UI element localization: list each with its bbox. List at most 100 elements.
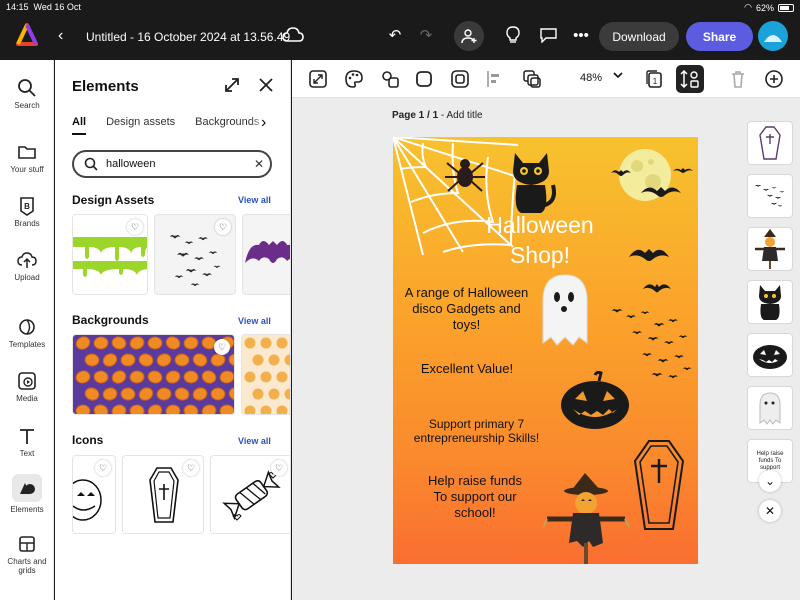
background-pumpkins-purple-thumb[interactable]: ♡ xyxy=(72,334,235,415)
tabs-next-chevron-icon[interactable]: › xyxy=(261,114,266,132)
search-icon xyxy=(18,79,36,97)
shapes-icon[interactable] xyxy=(380,69,400,89)
rail-item-upload[interactable]: Upload xyxy=(0,250,54,282)
grid-icon xyxy=(19,536,35,552)
design-page[interactable]: Halloween Shop! A range of Halloween dis… xyxy=(393,137,698,564)
elements-panel: Elements All Design assets Backgrounds ›… xyxy=(55,60,291,600)
rail-item-brands[interactable]: B Brands xyxy=(0,196,54,228)
close-icon[interactable] xyxy=(257,76,275,94)
elements-icon xyxy=(20,483,35,494)
spider-image xyxy=(445,159,485,192)
more-options-icon[interactable]: ••• xyxy=(570,24,592,46)
view-all-design-assets-link[interactable]: View all xyxy=(238,195,271,205)
align-icon[interactable] xyxy=(484,69,504,89)
zoom-level[interactable]: 48% xyxy=(580,72,602,84)
view-all-backgrounds-link[interactable]: View all xyxy=(238,316,271,326)
cloud-icon[interactable] xyxy=(282,26,304,44)
canvas-toolbar: 48% 1 xyxy=(292,60,800,98)
favorite-heart-icon[interactable]: ♡ xyxy=(271,460,287,476)
rail-item-text[interactable]: Text xyxy=(0,426,54,458)
text-icon xyxy=(20,429,34,444)
view-all-icons-link[interactable]: View all xyxy=(238,436,271,446)
media-icon xyxy=(18,372,36,390)
layers-arrows-icon xyxy=(680,69,699,89)
icon-candy-thumb[interactable]: ♡ xyxy=(210,455,290,534)
search-input[interactable] xyxy=(106,156,246,172)
page-count-icon[interactable]: 1 xyxy=(644,69,664,89)
ghost-image xyxy=(542,274,588,346)
coffin-image xyxy=(633,440,685,530)
delete-icon[interactable] xyxy=(728,69,748,89)
page-text-range[interactable]: A range of Halloween disco Gadgets and t… xyxy=(399,285,534,333)
page-label: Page 1 / 1 - Add title xyxy=(392,110,483,121)
upload-icon xyxy=(17,252,37,268)
rail-item-templates[interactable]: Templates xyxy=(0,317,54,349)
scroll-down-chevron-icon[interactable]: ⌄ xyxy=(759,470,781,492)
layer-thumb-scarecrow[interactable] xyxy=(747,227,793,271)
lightbulb-icon[interactable] xyxy=(502,24,524,46)
border-icon[interactable] xyxy=(450,69,470,89)
jack-o-lantern-icon xyxy=(753,345,787,369)
rail-item-media[interactable]: Media xyxy=(0,371,54,403)
templates-icon xyxy=(19,319,35,335)
layer-thumb-cat[interactable] xyxy=(747,280,793,324)
expand-icon[interactable] xyxy=(223,76,241,94)
bats-near-moon-image xyxy=(611,168,693,197)
panel-tabs: All Design assets Backgrounds xyxy=(72,116,259,135)
icon-coffin-thumb[interactable]: ♡ xyxy=(122,455,204,534)
section-title-design-assets: Design Assets xyxy=(72,193,155,207)
resize-icon[interactable] xyxy=(308,69,328,89)
black-cat-image xyxy=(513,153,556,213)
clear-search-icon[interactable]: ✕ xyxy=(252,157,266,171)
rail-item-charts-and-grids[interactable]: Charts and grids xyxy=(0,534,54,575)
layer-thumb-ghost[interactable] xyxy=(747,386,793,430)
back-icon[interactable]: ‹ xyxy=(58,27,63,45)
page-text-value[interactable]: Excellent Value! xyxy=(417,361,517,377)
document-title[interactable]: Untitled - 16 October 2024 at 13.56.49 xyxy=(86,30,290,44)
add-icon[interactable] xyxy=(764,69,784,89)
invite-collaborator-button[interactable] xyxy=(454,21,484,51)
add-title-link[interactable]: Add title xyxy=(446,110,482,121)
tab-all[interactable]: All xyxy=(72,116,87,135)
close-column-icon[interactable]: ✕ xyxy=(759,500,781,522)
search-field[interactable]: ✕ xyxy=(72,150,272,178)
adobe-express-logo[interactable] xyxy=(14,22,40,48)
layer-thumb-bats[interactable] xyxy=(747,174,793,218)
rail-item-elements[interactable]: Elements xyxy=(0,474,54,514)
design-asset-slime-thumb[interactable]: ♡ xyxy=(72,214,148,295)
page-text-raise-funds[interactable]: Help raise funds To support our school! xyxy=(423,473,527,521)
left-rail: Search Your stuff B Brands Upload Templa… xyxy=(0,60,54,600)
rail-item-your-stuff[interactable]: Your stuff xyxy=(0,142,54,174)
share-button[interactable]: Share xyxy=(686,22,753,51)
avatar[interactable] xyxy=(758,21,788,51)
favorite-heart-icon[interactable]: ♡ xyxy=(95,460,111,476)
layer-thumb-coffin[interactable] xyxy=(747,121,793,165)
design-asset-purple-bat-thumb[interactable] xyxy=(242,214,290,295)
redo-icon[interactable]: ↷ xyxy=(415,24,437,46)
favorite-heart-icon[interactable]: ♡ xyxy=(127,219,143,235)
favorite-heart-icon[interactable]: ♡ xyxy=(214,339,230,355)
rounded-square-icon[interactable] xyxy=(414,69,434,89)
comment-icon[interactable] xyxy=(537,24,559,46)
rail-item-search[interactable]: Search xyxy=(0,78,54,110)
favorite-heart-icon[interactable]: ♡ xyxy=(215,219,231,235)
page-text-support[interactable]: Support primary 7 entrepreneurship Skill… xyxy=(409,417,544,445)
download-button[interactable]: Download xyxy=(599,22,679,51)
layer-thumb-jack-o-lantern[interactable] xyxy=(747,333,793,377)
search-icon xyxy=(84,157,98,171)
tab-backgrounds[interactable]: Backgrounds xyxy=(195,116,259,135)
tab-design-assets[interactable]: Design assets xyxy=(106,116,175,135)
page-heading[interactable]: Halloween Shop! xyxy=(455,210,625,270)
favorite-heart-icon[interactable]: ♡ xyxy=(183,460,199,476)
zoom-chevron-down-icon[interactable] xyxy=(612,69,624,81)
arrange-icon[interactable] xyxy=(522,69,542,89)
jack-o-lantern-image xyxy=(561,371,629,429)
status-time-date: 14:15 Wed 16 Oct xyxy=(6,2,81,12)
layers-button[interactable] xyxy=(676,65,704,93)
scarecrow-image xyxy=(543,473,629,564)
undo-icon[interactable]: ↶ xyxy=(384,24,406,46)
icon-jack-o-lantern-thumb[interactable]: ♡ xyxy=(72,455,116,534)
background-pumpkins-cream-thumb[interactable] xyxy=(241,334,290,415)
design-asset-bats-thumb[interactable]: ♡ xyxy=(154,214,236,295)
palette-icon[interactable] xyxy=(344,69,364,89)
